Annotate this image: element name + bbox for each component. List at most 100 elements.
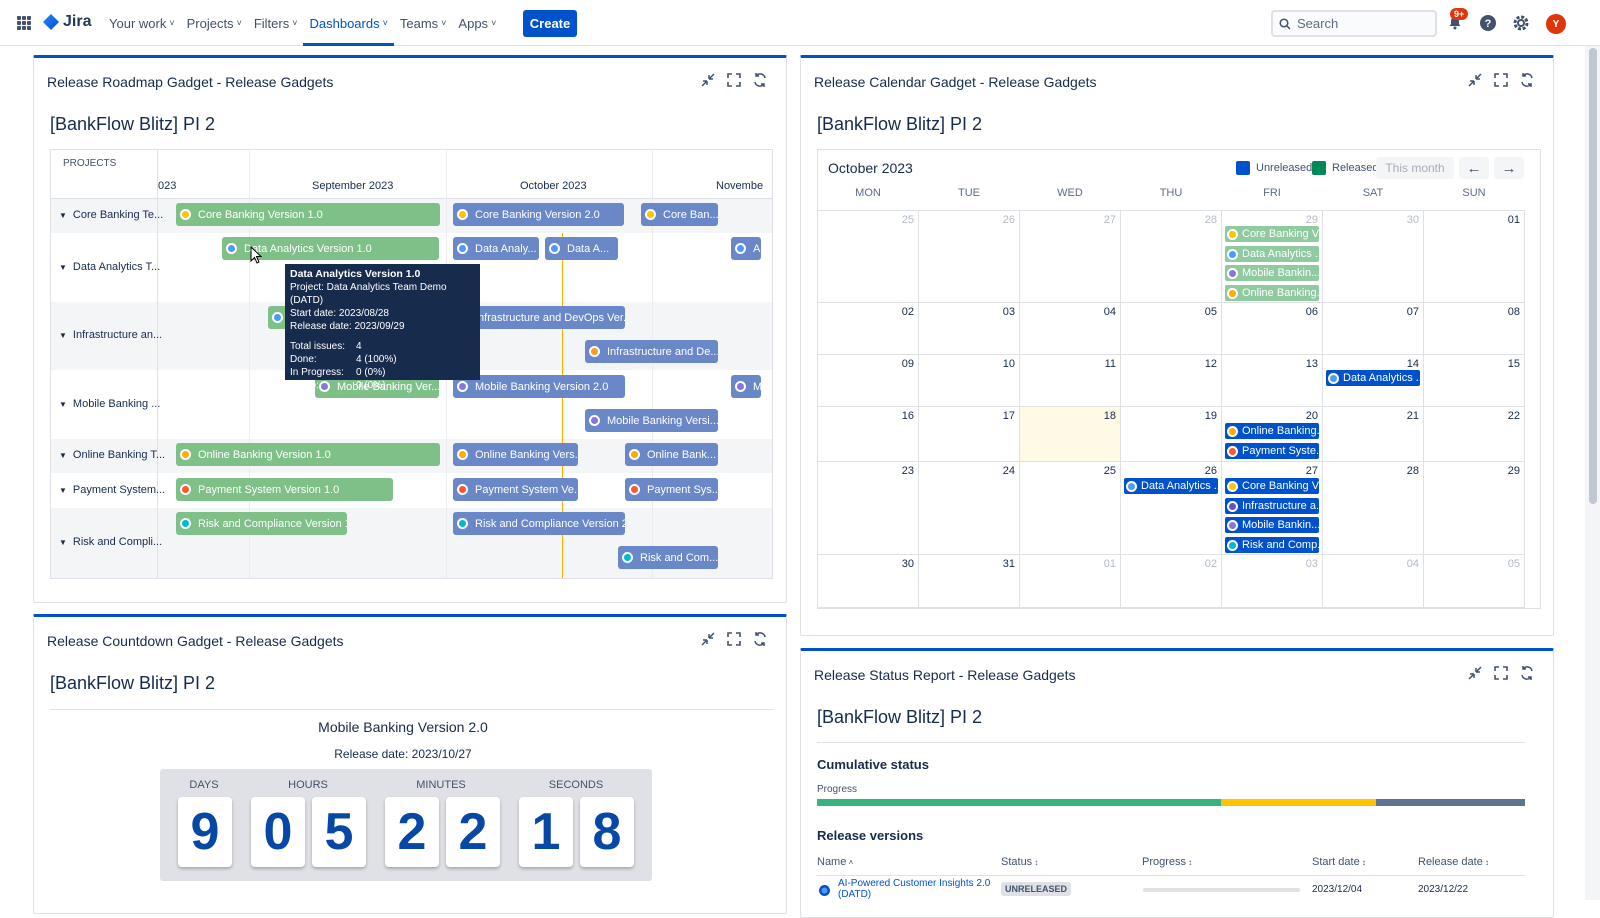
search-input[interactable] (1297, 16, 1427, 31)
release-bar[interactable]: Online Banking Version 1.0 (176, 443, 440, 466)
release-bar[interactable]: Risk and Compliance Version 2.0 (453, 512, 625, 535)
user-avatar[interactable]: Y (1546, 14, 1566, 34)
calendar-day[interactable]: 01 (1424, 210, 1525, 303)
column-header[interactable]: Start date ↕ (1312, 856, 1366, 868)
column-header[interactable]: Progress ↕ (1142, 856, 1192, 868)
calendar-day[interactable]: 05 (1424, 555, 1525, 608)
calendar-day[interactable]: 25 (1020, 462, 1121, 555)
calendar-day[interactable]: 04 (1323, 555, 1424, 608)
calendar-release-event[interactable]: Risk and Comp... (1225, 537, 1319, 553)
calendar-day[interactable]: 30 (1323, 210, 1424, 303)
expand-icon[interactable] (1493, 72, 1509, 88)
calendar-day[interactable]: 02 (1121, 555, 1222, 608)
calendar-release-event[interactable]: Data Analytics ... (1326, 370, 1420, 386)
calendar-release-event[interactable]: Core Banking V... (1225, 226, 1319, 242)
project-row-label[interactable]: ▼ Core Banking Te... (59, 209, 163, 221)
calendar-release-event[interactable]: Core Banking V... (1225, 478, 1319, 494)
release-bar[interactable]: Core Banking Version 2.0 (453, 203, 624, 226)
calendar-day[interactable]: 09 (818, 355, 919, 407)
calendar-release-event[interactable]: Mobile Bankin... (1225, 265, 1319, 281)
calendar-release-event[interactable]: Online Banking... (1225, 423, 1319, 439)
release-bar[interactable]: A (731, 237, 761, 260)
release-bar[interactable]: Risk and Com... (618, 546, 718, 569)
calendar-day[interactable]: 10 (919, 355, 1020, 407)
column-header[interactable]: Status ↕ (1001, 856, 1038, 868)
calendar-day[interactable]: 03 (919, 303, 1020, 355)
release-bar[interactable]: Core Banking Version 1.0 (176, 203, 440, 226)
calendar-release-event[interactable]: Online Banking... (1225, 285, 1319, 301)
next-month-arrow-icon[interactable]: → (1494, 157, 1524, 179)
calendar-day[interactable]: 18 (1020, 407, 1121, 462)
previous-month-arrow-icon[interactable]: ← (1459, 157, 1489, 179)
calendar-day[interactable]: 28 (1121, 210, 1222, 303)
calendar-day[interactable]: 13 (1222, 355, 1323, 407)
nav-item-filters[interactable]: Filters ˅ (248, 0, 304, 46)
calendar-day[interactable]: 26 (1121, 462, 1222, 555)
release-bar[interactable]: Online Banking Vers... (453, 443, 578, 466)
app-switcher-icon[interactable] (17, 16, 31, 30)
project-row-label[interactable]: ▼ Infrastructure an... (59, 329, 162, 341)
calendar-release-event[interactable]: Payment Syste... (1225, 443, 1319, 459)
column-header[interactable]: Name ˄ (817, 856, 853, 868)
calendar-day[interactable]: 24 (919, 462, 1020, 555)
calendar-day[interactable]: 31 (919, 555, 1020, 608)
collapse-icon[interactable] (700, 631, 716, 647)
collapse-icon[interactable] (1467, 72, 1483, 88)
project-row-label[interactable]: ▼ Online Banking T... (59, 449, 165, 461)
refresh-icon[interactable] (1519, 665, 1535, 681)
calendar-day[interactable]: 19 (1121, 407, 1222, 462)
calendar-day[interactable]: 21 (1323, 407, 1424, 462)
calendar-day[interactable]: 06 (1222, 303, 1323, 355)
expand-icon[interactable] (1493, 665, 1509, 681)
expand-icon[interactable] (726, 72, 742, 88)
calendar-day[interactable]: 04 (1020, 303, 1121, 355)
nav-item-dashboards[interactable]: Dashboards ˅ (303, 0, 394, 46)
calendar-day[interactable]: 11 (1020, 355, 1121, 407)
calendar-day[interactable]: 03 (1222, 555, 1323, 608)
column-header[interactable]: Release date ↕ (1418, 856, 1489, 868)
calendar-day[interactable]: 25 (818, 210, 919, 303)
calendar-day[interactable]: 15 (1424, 355, 1525, 407)
this-month-button[interactable]: This month (1376, 157, 1454, 179)
page-scrollbar-thumb[interactable] (1589, 48, 1597, 504)
create-button[interactable]: Create (523, 10, 577, 37)
release-bar[interactable]: M (731, 375, 761, 398)
calendar-day[interactable]: 22 (1424, 407, 1525, 462)
release-bar[interactable]: Online Bank... (625, 443, 718, 466)
calendar-release-event[interactable]: Mobile Bankin... (1225, 517, 1319, 533)
calendar-day[interactable]: 08 (1424, 303, 1525, 355)
calendar-day[interactable]: 29 (1424, 462, 1525, 555)
release-bar[interactable]: Data A... (545, 237, 618, 260)
refresh-icon[interactable] (752, 72, 768, 88)
calendar-day[interactable]: 17 (919, 407, 1020, 462)
version-name-link[interactable]: AI-Powered Customer Insights 2.0 (DATD) (838, 878, 990, 900)
nav-item-apps[interactable]: Apps ˅ (452, 0, 502, 46)
calendar-day[interactable]: 28 (1323, 462, 1424, 555)
calendar-day[interactable]: 16 (818, 407, 919, 462)
collapse-icon[interactable] (700, 72, 716, 88)
nav-item-projects[interactable]: Projects ˅ (181, 0, 248, 46)
release-bar[interactable]: Risk and Compliance Version 1.0 (176, 512, 347, 535)
calendar-day[interactable]: 07 (1323, 303, 1424, 355)
calendar-day[interactable]: 05 (1121, 303, 1222, 355)
refresh-icon[interactable] (1519, 72, 1535, 88)
calendar-day[interactable]: 23 (818, 462, 919, 555)
collapse-icon[interactable] (1467, 665, 1483, 681)
search-box[interactable] (1271, 10, 1437, 37)
release-bar[interactable]: Infrastructure and De... (585, 340, 718, 363)
release-bar[interactable]: Core Ban... (641, 203, 718, 226)
calendar-release-event[interactable]: Data Analytics ... (1225, 246, 1319, 262)
calendar-day[interactable]: 30 (818, 555, 919, 608)
nav-item-teams[interactable]: Teams ˅ (394, 0, 453, 46)
calendar-day[interactable]: 02 (818, 303, 919, 355)
project-row-label[interactable]: ▼ Data Analytics T... (59, 261, 160, 273)
release-bar[interactable]: Payment System Version 1.0 (176, 478, 393, 501)
help-icon[interactable]: ? (1478, 13, 1498, 33)
calendar-day[interactable]: 12 (1121, 355, 1222, 407)
expand-icon[interactable] (726, 631, 742, 647)
calendar-day[interactable]: 01 (1020, 555, 1121, 608)
project-row-label[interactable]: ▼ Mobile Banking ... (59, 398, 160, 410)
release-bar[interactable]: Mobile Banking Versi... (585, 409, 718, 432)
nav-item-your-work[interactable]: Your work ˅ (103, 0, 181, 46)
refresh-icon[interactable] (752, 631, 768, 647)
